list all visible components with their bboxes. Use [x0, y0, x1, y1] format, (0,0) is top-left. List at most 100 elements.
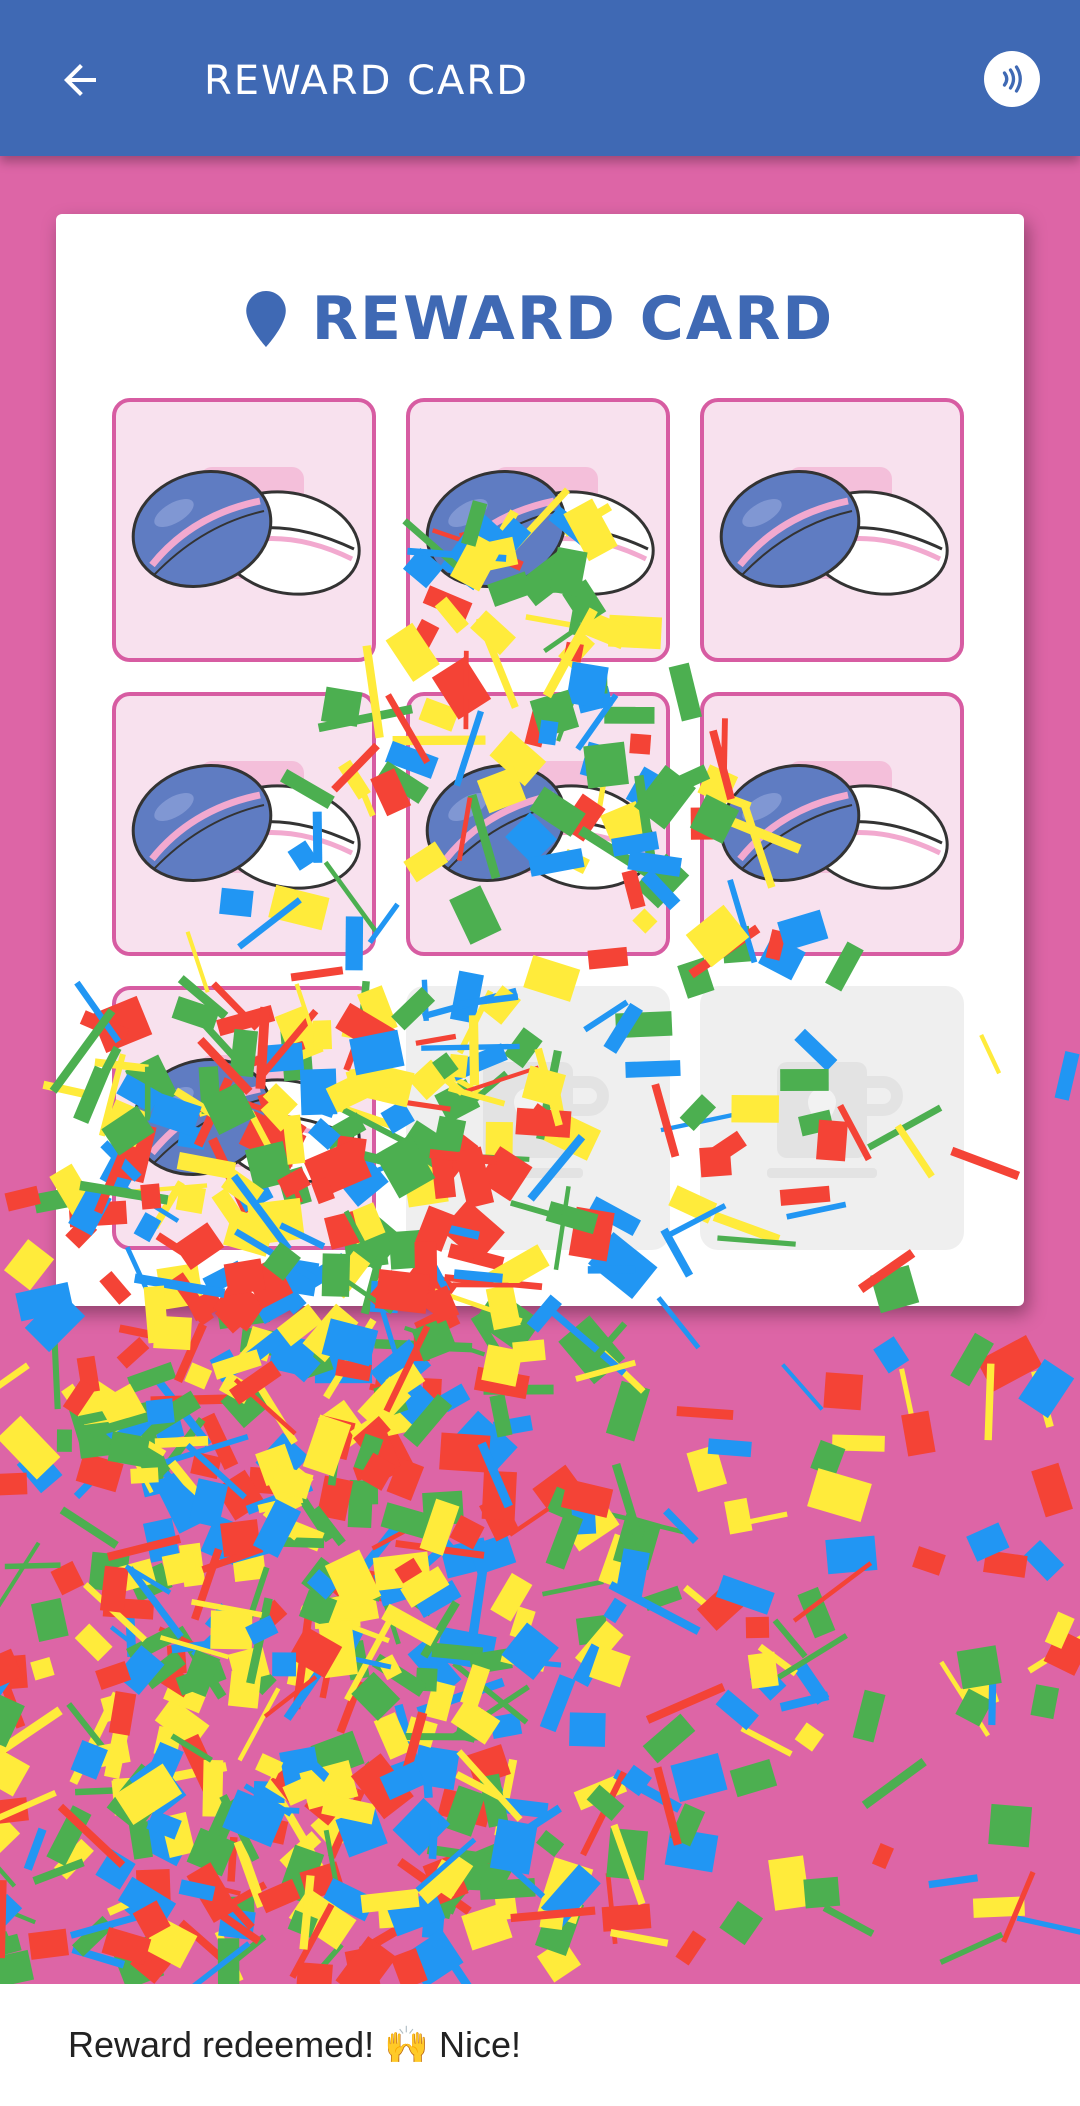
confetti-piece [3, 1239, 55, 1291]
confetti-piece [163, 1678, 208, 1714]
confetti-piece [493, 1887, 518, 1921]
confetti-piece [86, 1740, 131, 1770]
confetti-piece [255, 1753, 284, 1780]
confetti-piece [109, 1625, 160, 1666]
confetti-piece [257, 1494, 304, 1514]
stamp-slot [112, 986, 376, 1250]
confetti-piece [373, 1561, 427, 1607]
confetti-piece [489, 1393, 513, 1438]
confetti-piece [324, 1549, 382, 1613]
confetti-piece [327, 1589, 380, 1627]
confetti-piece [803, 1876, 841, 1909]
coffee-beans-icon [425, 467, 655, 596]
confetti-piece [0, 1472, 28, 1496]
confetti-piece [779, 1691, 830, 1712]
confetti-piece [241, 1804, 300, 1814]
confetti-piece [455, 1410, 518, 1472]
confetti-piece [1027, 1625, 1080, 1674]
confetti-piece [16, 1446, 63, 1494]
confetti-piece [682, 1584, 728, 1624]
confetti-piece [346, 1512, 410, 1588]
confetti-piece [363, 1760, 415, 1804]
stamp-slot [112, 398, 376, 662]
confetti-piece [490, 1655, 562, 1668]
stamp-slot [406, 986, 670, 1250]
confetti-piece [350, 1753, 414, 1820]
confetti-piece [283, 1653, 334, 1721]
confetti-piece [323, 1829, 344, 1909]
confetti-piece [343, 1571, 393, 1603]
confetti-piece [663, 1507, 699, 1544]
confetti-piece [422, 1490, 464, 1526]
confetti-piece [481, 1344, 523, 1387]
confetti-piece [715, 1689, 759, 1731]
confetti-piece [966, 1522, 1010, 1562]
confetti-piece [239, 1327, 275, 1356]
coffee-beans-icon [719, 761, 949, 890]
confetti-piece [369, 1383, 414, 1400]
confetti-piece [265, 1817, 289, 1845]
confetti-piece [200, 1412, 239, 1470]
confetti-piece [374, 1339, 473, 1353]
card-title-row: REWARD CARD [56, 284, 1024, 354]
confetti-piece [154, 1416, 206, 1482]
nfc-button[interactable] [984, 51, 1040, 107]
confetti-piece [852, 1689, 886, 1743]
confetti-piece [360, 1888, 420, 1913]
confetti-piece [823, 1372, 864, 1411]
confetti-piece [287, 1909, 318, 1938]
confetti-piece [228, 1645, 270, 1684]
confetti-piece [279, 1746, 323, 1794]
confetti-piece [575, 1614, 610, 1646]
confetti-piece [510, 1906, 596, 1923]
confetti-piece [166, 1644, 187, 1675]
confetti-piece [129, 1757, 187, 1817]
confetti-piece [470, 1861, 498, 1885]
confetti-piece [432, 1853, 474, 1900]
confetti-piece [400, 1566, 450, 1608]
confetti-piece [455, 1771, 502, 1800]
confetti-piece [243, 1566, 270, 1631]
confetti-piece [89, 1408, 162, 1439]
confetti-piece [46, 1805, 92, 1867]
confetti-piece [1031, 1462, 1073, 1518]
confetti-piece [983, 1550, 1028, 1578]
confetti-piece [611, 1463, 646, 1549]
confetti-piece [257, 1385, 298, 1445]
confetti-piece [492, 1796, 549, 1819]
confetti-piece [482, 1804, 562, 1861]
confetti-piece [357, 1569, 398, 1604]
confetti-piece [153, 1725, 183, 1759]
reward-card: REWARD CARD [56, 214, 1024, 1306]
confetti-piece [288, 1626, 343, 1679]
confetti-piece [62, 1378, 96, 1417]
confetti-piece [261, 1599, 288, 1626]
confetti-piece [403, 1929, 464, 1984]
confetti-piece [167, 1459, 209, 1508]
confetti-piece [571, 1499, 597, 1535]
confetti-piece [479, 1494, 520, 1542]
confetti-piece [74, 1786, 133, 1796]
confetti-piece [508, 1506, 550, 1537]
confetti-piece [321, 1574, 382, 1602]
confetti-piece [300, 1605, 390, 1644]
confetti-piece [252, 1499, 302, 1558]
confetti-piece [443, 1785, 486, 1837]
confetti-piece [88, 1551, 130, 1593]
confetti-piece [379, 1761, 426, 1801]
confetti-piece [972, 1896, 1025, 1918]
confetti-piece [438, 1870, 478, 1913]
confetti-piece [0, 1797, 29, 1827]
confetti-piece [196, 1880, 241, 1896]
back-button[interactable] [40, 40, 120, 120]
confetti-piece [59, 1506, 119, 1549]
confetti-piece [190, 1451, 222, 1480]
confetti-piece [380, 1395, 431, 1437]
confetti-piece [307, 1646, 392, 1670]
confetti-piece [270, 1464, 314, 1500]
confetti-piece [580, 1770, 627, 1857]
confetti-piece [532, 1464, 580, 1509]
confetti-piece [202, 1759, 224, 1817]
confetti-piece [336, 1679, 364, 1734]
confetti-piece [170, 1733, 214, 1763]
